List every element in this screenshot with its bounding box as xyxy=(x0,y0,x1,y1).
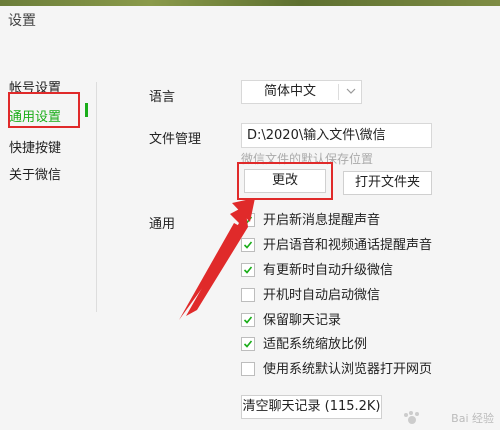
watermark: Bai 经验 xyxy=(451,412,494,425)
baidu-paw-icon xyxy=(404,411,419,424)
annotation-arrow xyxy=(179,198,255,320)
